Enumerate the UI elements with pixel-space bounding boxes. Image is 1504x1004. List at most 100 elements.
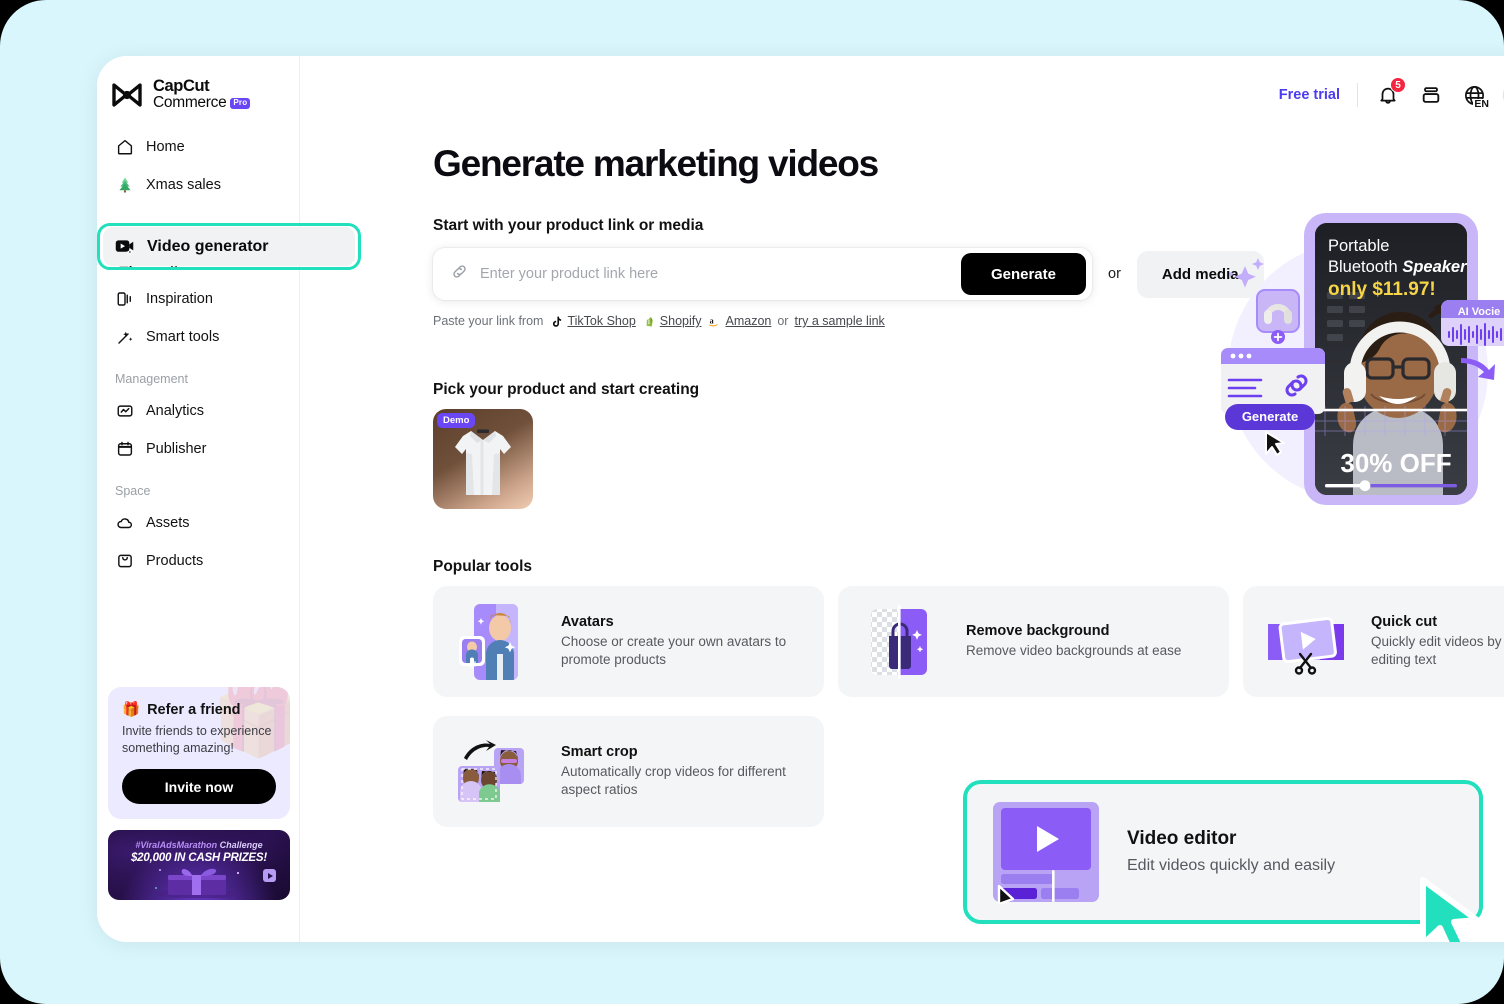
video-generator-icon (113, 236, 135, 258)
tool-card-smart-crop[interactable]: Smart crop Automatically crop videos for… (433, 716, 824, 827)
sidebar-item-xmas-sales[interactable]: Xmas sales (105, 166, 292, 204)
sidebar-item-inspiration[interactable]: Inspiration (105, 280, 292, 318)
sidebar-item-smart-tools[interactable]: Smart tools (105, 318, 292, 356)
tool-card-quick-cut[interactable]: Quick cut Quickly edit videos by transcr… (1243, 586, 1504, 697)
refer-title-row: 🎁 Refer a friend (122, 701, 276, 719)
paste-sources-row: Paste your link from TikTok Shop Shopify… (433, 314, 885, 328)
try-sample-link[interactable]: try a sample link (794, 314, 884, 328)
sidebar-item-home[interactable]: Home (105, 128, 292, 166)
tool-card-remove-background[interactable]: Remove background Remove video backgroun… (838, 586, 1229, 697)
sidebar-section-space: Space (115, 484, 151, 498)
source-amazon[interactable]: a Amazon (708, 314, 772, 328)
refer-a-friend-card: 🎁 🎁 Refer a friend Invite friends to exp… (108, 687, 290, 819)
product-link-input[interactable] (469, 248, 961, 300)
analytics-icon (115, 402, 134, 421)
refer-description: Invite friends to experience something a… (122, 724, 272, 756)
logo-line-2: Commerce (153, 94, 227, 112)
pick-product-heading: Pick your product and start creating (433, 381, 700, 398)
pro-badge: Pro (230, 97, 251, 109)
smart-crop-thumb (452, 732, 544, 812)
sidebar-item-publisher[interactable]: Publisher (105, 430, 292, 468)
sparkle-icons (1229, 258, 1264, 288)
source-shopify[interactable]: Shopify (642, 314, 702, 328)
promo-line-2: $20,000 IN CASH PRIZES! (130, 852, 267, 864)
hero-headline-1: Portable (1328, 237, 1389, 255)
products-box-icon (115, 552, 134, 571)
avatars-thumb (452, 602, 544, 682)
capcut-logo[interactable]: CapCut Commerce Pro (110, 77, 251, 112)
hero-headline-2: Bluetooth Speaker (1328, 258, 1468, 276)
source-label[interactable]: Amazon (726, 314, 772, 328)
refer-title: Refer a friend (147, 701, 241, 718)
paste-prefix: Paste your link from (433, 314, 544, 328)
quick-cut-thumb (1262, 602, 1354, 682)
sidebar-item-products[interactable]: Products (105, 542, 292, 580)
tool-card-avatars[interactable]: Avatars Choose or create your own avatar… (433, 586, 824, 697)
christmas-tree-icon (115, 176, 134, 195)
video-editor-thumb (989, 800, 1104, 906)
page-title: Generate marketing videos (433, 143, 879, 184)
tool-description: Remove video backgrounds at ease (966, 642, 1182, 658)
hero-illustration: Portable Bluetooth Speaker only $11.97! … (1221, 213, 1504, 505)
sidebar-item-label: Smart tools (146, 329, 220, 345)
inspiration-icon (115, 290, 134, 309)
demo-badge: Demo (437, 413, 476, 428)
sidebar-item-label: Video generator (147, 237, 269, 255)
popular-tools-heading: Popular tools (433, 558, 533, 575)
product-card[interactable]: Demo (433, 409, 533, 509)
capcut-logo-icon (110, 82, 144, 108)
invite-now-button[interactable]: Invite now (122, 769, 276, 804)
promo-hashtag: #ViralAdsMarathon (135, 840, 218, 850)
sidebar-item-label: Publisher (146, 441, 207, 457)
tool-title: Smart crop (561, 743, 638, 760)
tool-title: Remove background (966, 622, 1110, 639)
tool-title: Avatars (561, 613, 614, 630)
source-label[interactable]: Shopify (660, 314, 702, 328)
sidebar-item-label: Products (146, 553, 204, 569)
hero-price: only $11.97! (1328, 279, 1436, 300)
source-tiktok-shop[interactable]: TikTok Shop (549, 314, 636, 328)
link-icon (450, 262, 469, 286)
promo-play-icon (263, 869, 276, 882)
screenshot-root: CapCut Commerce Pro Home Xmas sales Insp… (0, 0, 1504, 1004)
amazon-icon: a (708, 314, 722, 328)
gift-icon: 🎁 (122, 702, 141, 719)
start-section-heading: Start with your product link or media (433, 217, 704, 234)
magic-wand-icon (115, 328, 134, 347)
tool-description: Edit videos quickly and easily (1127, 856, 1336, 874)
or-label: or (1108, 266, 1121, 282)
tool-title: Quick cut (1371, 613, 1438, 630)
generate-button[interactable]: Generate (960, 253, 1086, 295)
tool-title: Video editor (1127, 827, 1237, 849)
sidebar-item-assets[interactable]: Assets (105, 504, 292, 542)
logo-line-1: CapCut (153, 77, 210, 95)
publisher-calendar-icon (115, 440, 134, 459)
sidebar-item-label: Inspiration (146, 291, 213, 307)
main-content: Generate marketing videos Start with you… (300, 56, 1504, 942)
tool-description: Choose or create your own avatars to pro… (561, 633, 787, 667)
sidebar-item-video-generator[interactable]: Video generator (103, 227, 355, 266)
promo-line-1: #ViralAdsMarathon Challenge (108, 840, 290, 850)
shopify-icon (642, 314, 656, 328)
tool-card-video-editor[interactable]: Video editor Edit videos quickly and eas… (967, 784, 1479, 920)
app-window: CapCut Commerce Pro Home Xmas sales Insp… (97, 56, 1504, 942)
tiktok-icon (549, 314, 563, 328)
product-link-row: Generate or Add media (433, 248, 1264, 300)
sidebar-item-analytics[interactable]: Analytics (105, 392, 292, 430)
hero-ai-voice-label: AI Vocie (1458, 306, 1501, 318)
product-link-field: Generate (433, 248, 1092, 300)
hero-discount: 30% OFF (1340, 448, 1451, 478)
sidebar: CapCut Commerce Pro Home Xmas sales Insp… (97, 56, 300, 942)
promo-banner[interactable]: #ViralAdsMarathon Challenge $20,000 IN C… (108, 830, 290, 900)
sidebar-item-label: Xmas sales (146, 177, 221, 193)
hero-generate-chip: Generate (1242, 409, 1298, 424)
home-icon (115, 138, 134, 157)
svg-text:a: a (710, 316, 714, 325)
sidebar-nav: Home Xmas sales Inspiration Smart tools … (97, 128, 300, 580)
sidebar-section-management: Management (115, 372, 188, 386)
paste-or: or (777, 314, 789, 328)
tool-description: Automatically crop videos for different … (561, 763, 786, 797)
cloud-icon (115, 514, 134, 533)
sidebar-item-label: Home (146, 139, 185, 155)
source-label[interactable]: TikTok Shop (567, 314, 635, 328)
